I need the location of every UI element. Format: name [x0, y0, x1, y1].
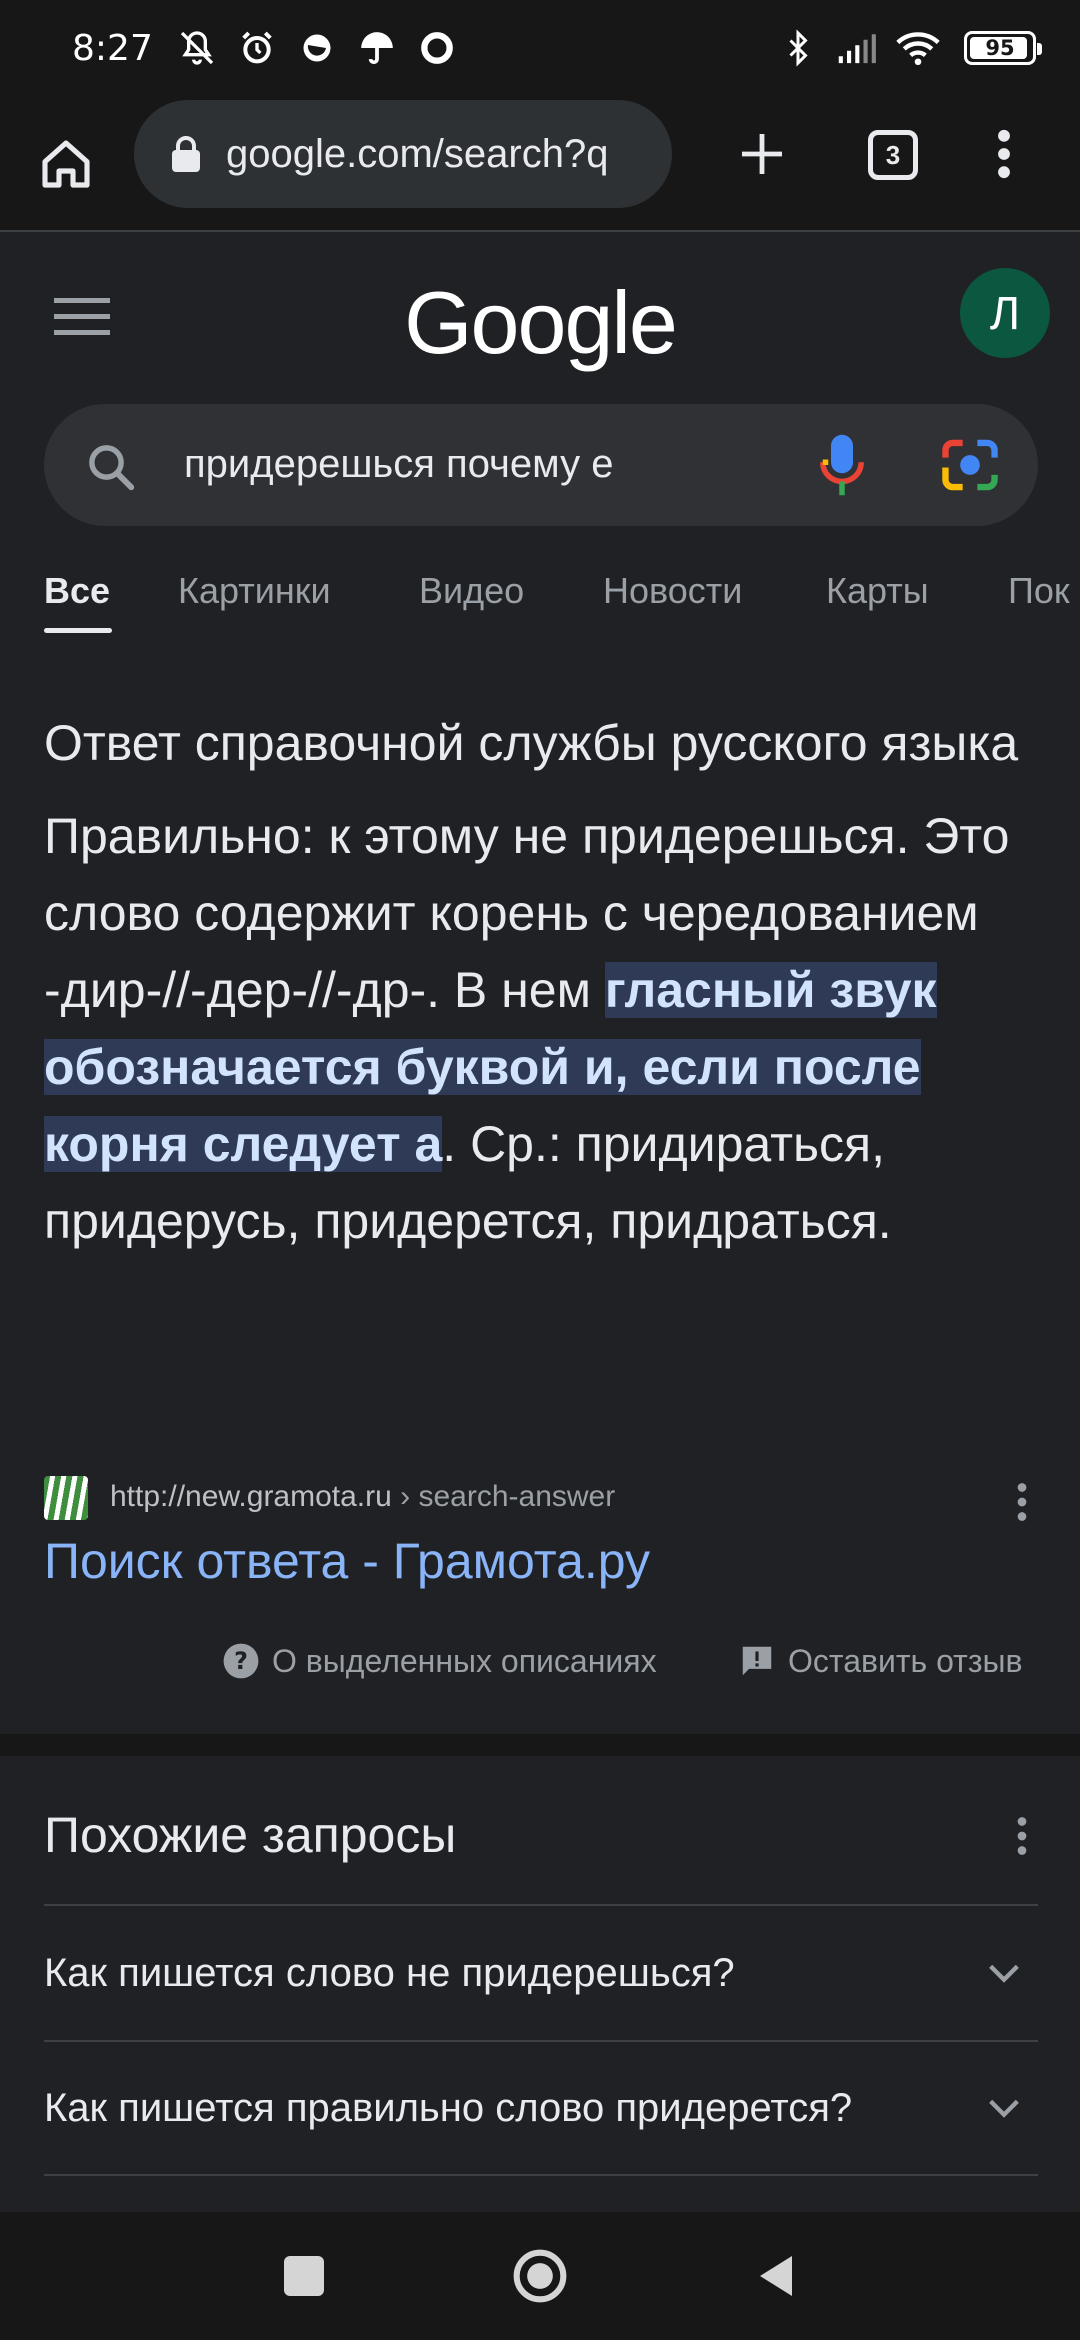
related-item[interactable]: Как пишется правильно слово придерется? [44, 2040, 1038, 2176]
more-vert-icon [998, 129, 1010, 179]
related-title: Похожие запросы [44, 1807, 457, 1863]
source-breadcrumb: › search-answer [391, 1480, 616, 1513]
active-tab-indicator [44, 628, 112, 633]
about-snippets-link[interactable]: ? О выделенных описаниях [222, 1642, 657, 1680]
related-question: Как пишется правильно слово придерется? [44, 2085, 853, 2130]
umbrella-icon [355, 26, 399, 70]
tab-images[interactable]: Картинки [178, 570, 331, 612]
google-header: Google Л [0, 234, 1080, 394]
snippet-source: http://new.gramota.ru › search-answer По… [44, 1472, 1038, 1612]
browser-toolbar: google.com/search?q 3 [0, 96, 1080, 232]
back-button[interactable] [756, 2252, 796, 2300]
featured-snippet: Ответ справочной службы русского языка П… [44, 704, 1038, 1260]
google-logo[interactable]: Google [0, 272, 1080, 374]
search-icon [89, 445, 135, 491]
battery-level: 95 [985, 36, 1015, 60]
home-nav-button[interactable] [512, 2248, 568, 2304]
search-box[interactable]: придерешься почему е [44, 404, 1038, 526]
source-url[interactable]: http://new.gramota.ru › search-answer [110, 1480, 615, 1514]
snippet-title: Ответ справочной службы русского языка [44, 715, 1019, 771]
wifi-icon [896, 26, 940, 70]
weather-icon [295, 26, 339, 70]
search-input[interactable]: придерешься почему е [184, 442, 613, 487]
tab-maps[interactable]: Карты [826, 570, 929, 612]
status-time: 8:27 [72, 27, 153, 69]
google-lens-icon[interactable] [940, 438, 1000, 492]
system-nav-bar [0, 2212, 1080, 2340]
alarm-icon [235, 26, 279, 70]
feedback-icon [742, 1646, 772, 1676]
status-bar: 8:27 95 [0, 0, 1080, 96]
new-tab-button[interactable] [724, 116, 800, 192]
result-more-icon[interactable] [1014, 1482, 1030, 1522]
home-button[interactable] [28, 126, 104, 202]
result-title-link[interactable]: Поиск ответа - Грамота.ру [44, 1532, 650, 1590]
tab-all[interactable]: Все [44, 570, 110, 612]
snippet-text: Правильно: к этому не придерешься. Это с… [44, 798, 1038, 1260]
svg-text:?: ? [234, 1647, 248, 1675]
related-item[interactable]: Как пишется слово не придерешься? [44, 1904, 1038, 2040]
url-text: google.com/search?q [226, 131, 609, 176]
about-snippets-label: О выделенных описаниях [272, 1642, 657, 1679]
feedback-label: Оставить отзыв [788, 1642, 1023, 1679]
tab-video[interactable]: Видео [419, 570, 524, 612]
mic-icon[interactable] [820, 432, 864, 498]
avatar-letter: Л [989, 287, 1021, 339]
section-divider [0, 1734, 1080, 1756]
tab-news[interactable]: Новости [603, 570, 742, 612]
avatar[interactable]: Л [960, 268, 1050, 358]
search-tabs: Все Картинки Видео Новости Карты Пок [0, 560, 1080, 640]
lock-icon [172, 136, 200, 172]
help-icon: ? [223, 1643, 259, 1679]
site-favicon [44, 1476, 88, 1520]
bluetooth-icon [776, 26, 820, 70]
source-domain: http://new.gramota.ru [110, 1480, 392, 1513]
muted-bell-icon [175, 26, 219, 70]
snippet-feedback-row: ? О выделенных описаниях Оставить отзыв [0, 1642, 1080, 1692]
home-icon [42, 140, 90, 188]
chevron-down-icon [989, 1964, 1019, 1983]
battery-icon: 95 [964, 31, 1042, 65]
related-question: Как пишется слово не придерешься? [44, 1950, 735, 1995]
plus-icon [742, 134, 782, 174]
feedback-link[interactable]: Оставить отзыв [738, 1642, 1023, 1680]
tab-switcher-button[interactable]: 3 [868, 130, 918, 180]
signal-icon [836, 26, 880, 70]
recents-button[interactable] [284, 2256, 324, 2296]
browser-menu-button[interactable] [982, 116, 1026, 192]
related-more-icon[interactable] [1014, 1816, 1030, 1856]
tab-count: 3 [885, 139, 901, 170]
chevron-down-icon [989, 2099, 1019, 2118]
related-list: Как пишется слово не придерешься? Как пи… [44, 1904, 1038, 2176]
circle-icon [415, 26, 459, 70]
tab-more[interactable]: Пок [1008, 570, 1070, 612]
address-bar[interactable]: google.com/search?q [134, 100, 672, 208]
